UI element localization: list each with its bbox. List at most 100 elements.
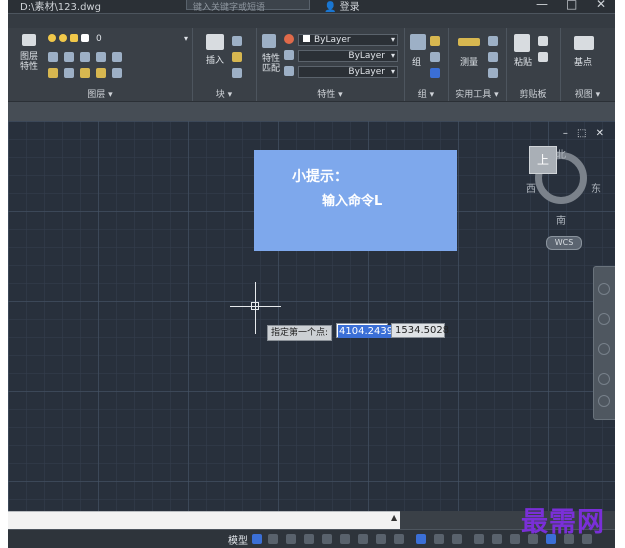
layer-on-icon[interactable]	[48, 34, 56, 42]
layer-properties-button[interactable]: 图层 特性	[20, 52, 38, 72]
snap-icon[interactable]	[268, 534, 278, 544]
view-panel: 基点 视图 ▾	[560, 28, 615, 102]
utilities-panel-title[interactable]: 实用工具 ▾	[448, 87, 506, 100]
chevron-down-icon: ▾	[390, 35, 395, 44]
minimize-button[interactable]: —	[536, 0, 548, 11]
layer-tool-icon[interactable]	[80, 52, 90, 62]
steering-wheel-icon[interactable]	[598, 283, 610, 295]
dynamic-input-prompt: 指定第一个点:	[267, 325, 333, 341]
dynamic-input-x-field[interactable]: 4104.2439	[336, 323, 395, 338]
layer-lock-icon[interactable]	[70, 34, 78, 42]
chevron-down-icon: ▾	[183, 34, 188, 43]
layer-tool-icon[interactable]	[64, 52, 74, 62]
model-tab[interactable]: 模型	[228, 532, 248, 547]
basepoint-button[interactable]: 基点	[574, 58, 592, 68]
ungroup-icon[interactable]	[430, 36, 440, 46]
workspace-switch-icon[interactable]	[474, 534, 484, 544]
utility-icon[interactable]	[488, 36, 498, 46]
compass-west[interactable]: 西	[526, 180, 536, 195]
chevron-down-icon: ▾	[390, 67, 395, 76]
block-panel: 插入 块 ▾	[192, 28, 257, 102]
object-snap-icon[interactable]	[358, 534, 368, 544]
login-button[interactable]: 👤 登录	[324, 0, 360, 13]
insert-block-icon	[206, 34, 224, 50]
object-snap-tracking-icon[interactable]	[340, 534, 350, 544]
showmotion-icon[interactable]	[598, 395, 610, 407]
zoom-icon[interactable]	[598, 343, 610, 355]
watermark-logo: 最需网	[521, 507, 605, 538]
restore-button[interactable]: □	[566, 0, 577, 11]
search-input[interactable]: 键入关键字或短语	[186, 0, 310, 13]
utility-icon[interactable]	[488, 68, 498, 78]
viewcube-face-top[interactable]: 上	[529, 146, 557, 174]
measure-button[interactable]: 测量	[460, 58, 478, 68]
file-tabs-strip	[8, 101, 615, 122]
annotation-scale-icon[interactable]	[452, 534, 462, 544]
layer-tool-icon[interactable]	[64, 68, 74, 78]
group-edit-icon[interactable]	[430, 52, 440, 62]
linetype-value: ByLayer	[348, 51, 385, 61]
orbit-icon[interactable]	[598, 373, 610, 385]
layer-freeze-icon[interactable]	[59, 34, 67, 42]
layer-dropdown[interactable]: 0 ▾	[92, 34, 190, 46]
close-button[interactable]: ✕	[596, 0, 606, 11]
groups-panel-title[interactable]: 组 ▾	[404, 87, 448, 100]
layer-name: 0	[96, 34, 102, 44]
chevron-down-icon: ▾	[390, 51, 395, 60]
polar-icon[interactable]	[304, 534, 314, 544]
color-value: ByLayer	[314, 35, 351, 45]
compass-east[interactable]: 东	[591, 180, 601, 195]
copy-icon[interactable]	[538, 52, 548, 62]
command-history-arrow-icon[interactable]: ▲	[391, 513, 397, 522]
cut-icon[interactable]	[538, 36, 548, 46]
layer-tool-icon[interactable]	[48, 68, 58, 78]
block-attribute-icon[interactable]	[232, 68, 242, 78]
wcs-menu-button[interactable]: WCS	[546, 236, 582, 250]
lineweight-toggle-icon[interactable]	[376, 534, 386, 544]
auto-scale-icon[interactable]	[434, 534, 444, 544]
group-button[interactable]: 组	[412, 58, 421, 68]
color-dropdown[interactable]: ByLayer ▾	[298, 34, 398, 46]
layer-tool-icon[interactable]	[112, 68, 122, 78]
layer-tool-icon[interactable]	[96, 52, 106, 62]
layer-color-swatch[interactable]	[81, 34, 89, 42]
utility-icon[interactable]	[488, 52, 498, 62]
annotation-monitor-icon[interactable]	[492, 534, 502, 544]
lineweight-dropdown[interactable]: ByLayer ▾	[298, 66, 398, 78]
block-panel-title[interactable]: 块 ▾	[192, 87, 256, 100]
grid-icon[interactable]	[252, 534, 262, 544]
layer-properties-icon	[22, 34, 36, 46]
match-properties-button[interactable]: 特性 匹配	[262, 54, 280, 74]
viewport-controls[interactable]: – ⬚ ✕	[563, 128, 607, 139]
clipboard-panel-title[interactable]: 剪贴板	[506, 87, 560, 100]
login-label: 登录	[339, 2, 360, 13]
insert-button[interactable]: 插入	[206, 56, 224, 66]
dynamic-input-y-field[interactable]: 1534.5028	[391, 323, 449, 338]
compass-south[interactable]: 南	[556, 212, 566, 227]
create-block-icon[interactable]	[232, 36, 242, 46]
ortho-icon[interactable]	[286, 534, 296, 544]
layer-tool-icon[interactable]	[96, 68, 106, 78]
group-select-icon[interactable]	[430, 68, 440, 78]
properties-panel: 特性 匹配 ByLayer ▾ ByLayer ▾ ByLayer ▾ 特性 ▾	[256, 28, 405, 102]
linetype-dropdown[interactable]: ByLayer ▾	[298, 50, 398, 62]
layer-tool-icon[interactable]	[112, 52, 122, 62]
edit-block-icon[interactable]	[232, 52, 242, 62]
layers-panel-title[interactable]: 图层 ▾	[8, 87, 192, 100]
drawing-canvas[interactable]: – ⬚ ✕ 小提示： 输入命令L	[8, 121, 615, 511]
transparency-icon[interactable]	[394, 534, 404, 544]
compass-north[interactable]: 北	[556, 146, 566, 161]
units-icon[interactable]	[510, 534, 520, 544]
layer-tool-icon[interactable]	[48, 52, 58, 62]
tip-body: 输入命令L	[322, 194, 383, 209]
view-panel-title[interactable]: 视图 ▾	[560, 87, 615, 100]
pan-icon[interactable]	[598, 313, 610, 325]
tip-box: 小提示： 输入命令L	[254, 150, 457, 251]
properties-panel-title[interactable]: 特性 ▾	[256, 87, 404, 100]
paste-button[interactable]: 粘贴	[514, 58, 532, 68]
navigation-bar	[593, 266, 615, 420]
annotation-visibility-icon[interactable]	[416, 534, 426, 544]
command-line-input[interactable]	[8, 511, 400, 530]
layer-tool-icon[interactable]	[80, 68, 90, 78]
isodraft-icon[interactable]	[322, 534, 332, 544]
